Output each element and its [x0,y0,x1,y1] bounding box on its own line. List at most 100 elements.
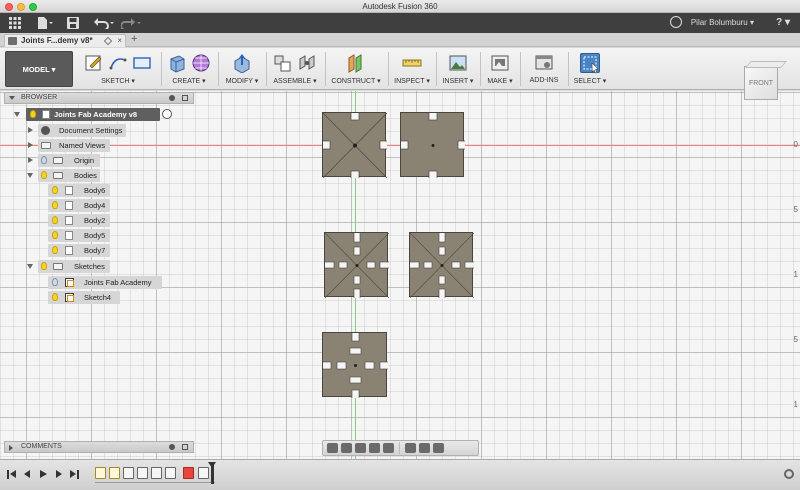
3d-print-icon[interactable] [490,53,510,73]
comments-pin-icon[interactable] [182,444,188,450]
browser-item[interactable]: Origin [26,154,136,167]
measure-icon[interactable] [402,53,422,73]
extrude-icon[interactable] [167,53,187,73]
add-ins-group[interactable]: ADD-INS [522,51,566,89]
visibility-bulb-icon[interactable] [52,186,58,194]
visibility-bulb-icon[interactable] [52,246,58,254]
body-part[interactable] [322,332,388,398]
step-forward-icon[interactable] [56,470,62,478]
timeline-active-feature-icon[interactable] [183,467,194,479]
scripts-addins-icon[interactable] [534,53,554,73]
assemble-group[interactable]: ASSEMBLE ▾ [268,51,322,89]
activate-radio-icon[interactable] [162,109,172,119]
body-part[interactable] [322,112,387,178]
select-cursor-icon[interactable] [580,53,600,74]
browser-item[interactable]: Body2 [48,214,128,227]
timeline-extrude-feature-icon[interactable] [123,467,134,479]
body-part[interactable] [400,112,465,178]
pan-hand-icon[interactable] [355,443,366,453]
add-comment-icon[interactable] [169,444,175,450]
browser-header[interactable]: BROWSER [4,92,194,104]
look-at-icon[interactable] [341,443,352,453]
body-part[interactable] [409,232,474,298]
visibility-bulb-icon[interactable] [30,110,36,118]
fit-zoom-icon[interactable] [383,443,394,453]
timeline-extrude-feature-icon[interactable] [137,467,148,479]
browser-item[interactable]: Joints Fab Academy [48,276,168,289]
timeline-marker[interactable] [208,462,216,484]
timeline-settings-gear-icon[interactable] [784,469,794,479]
go-to-start-icon[interactable] [10,470,16,478]
comments-panel-header[interactable]: COMMENTS [4,441,194,453]
go-to-start-bar-icon[interactable] [7,470,9,479]
visibility-bulb-icon[interactable] [52,216,58,224]
timeline-sketch-feature-icon[interactable] [95,467,106,479]
user-account-menu[interactable]: Pilar Bolumburu ▾ [691,13,754,33]
help-menu[interactable]: ? ▾ [776,13,790,33]
step-back-icon[interactable] [24,470,30,478]
window-minimize-button[interactable] [17,3,25,11]
sketch-group[interactable]: SKETCH ▾ [78,51,158,89]
select-group[interactable]: SELECT ▾ [570,51,610,89]
workspace-switcher-button[interactable]: MODEL ▾ [5,51,73,87]
collapse-arrow-icon[interactable] [9,96,15,100]
browser-item[interactable]: Bodies [26,169,136,182]
expand-arrow-icon[interactable] [27,173,33,178]
expand-arrow-icon[interactable] [9,445,13,451]
timeline-extrude-feature-icon[interactable] [198,467,209,479]
new-tab-button[interactable]: + [131,33,137,46]
insert-group[interactable]: INSERT ▾ [438,51,478,89]
press-pull-icon[interactable] [232,53,252,74]
inspect-group[interactable]: INSPECT ▾ [390,51,434,89]
visibility-bulb-icon[interactable] [41,171,47,179]
expand-arrow-icon[interactable] [27,264,33,269]
viewcube-front-face[interactable]: FRONT [749,80,773,87]
window-close-button[interactable] [5,3,13,11]
browser-pin-icon[interactable] [182,95,188,101]
browser-item[interactable]: Named Views [26,139,136,152]
browser-item[interactable]: Body4 [48,199,128,212]
visibility-bulb-icon[interactable] [41,156,47,164]
modify-group[interactable]: MODIFY ▾ [220,51,264,89]
browser-item[interactable]: Sketches [26,260,136,273]
window-maximize-button[interactable] [29,3,37,11]
job-status-clock-icon[interactable] [670,16,682,28]
display-settings-icon[interactable] [405,443,416,453]
expand-arrow-icon[interactable] [28,127,33,133]
expand-arrow-icon[interactable] [28,142,33,148]
tab-close-button[interactable]: × [117,35,122,47]
browser-options-icon[interactable] [169,95,175,101]
go-to-end-bar-icon[interactable] [77,470,79,479]
body-part[interactable] [324,232,389,298]
document-tab[interactable]: Joints F...demy v8* × [4,34,126,47]
offset-plane-icon[interactable] [346,53,366,73]
sketch-rectangle-icon[interactable] [132,53,152,73]
browser-item[interactable]: Body7 [48,244,128,257]
visibility-bulb-icon[interactable] [52,278,58,286]
go-to-end-icon[interactable] [70,470,76,478]
joint-icon[interactable] [297,53,317,73]
timeline-sketch-feature-icon[interactable] [109,467,120,479]
create-group[interactable]: CREATE ▾ [162,51,216,89]
insert-image-icon[interactable] [448,53,468,73]
sketch-line-icon[interactable] [108,53,128,73]
browser-item[interactable]: Body5 [48,229,128,242]
save-icon[interactable] [66,16,80,30]
redo-icon[interactable] [120,16,142,30]
timeline-extrude-feature-icon[interactable] [151,467,162,479]
make-group[interactable]: MAKE ▾ [482,51,518,89]
grid-settings-icon[interactable] [419,443,430,453]
visibility-bulb-icon[interactable] [52,201,58,209]
viewports-icon[interactable] [433,443,444,453]
form-icon[interactable] [191,53,211,73]
new-component-icon[interactable] [273,53,293,73]
browser-item[interactable]: Body6 [48,184,128,197]
file-menu-icon[interactable] [36,16,54,30]
expand-arrow-icon[interactable] [14,112,20,117]
viewcube[interactable]: FRONT [744,66,778,100]
expand-arrow-icon[interactable] [28,157,33,163]
visibility-bulb-icon[interactable] [52,293,58,301]
timeline-extrude-feature-icon[interactable] [165,467,176,479]
play-icon[interactable] [40,470,47,478]
browser-item[interactable]: Document Settings [26,124,136,137]
